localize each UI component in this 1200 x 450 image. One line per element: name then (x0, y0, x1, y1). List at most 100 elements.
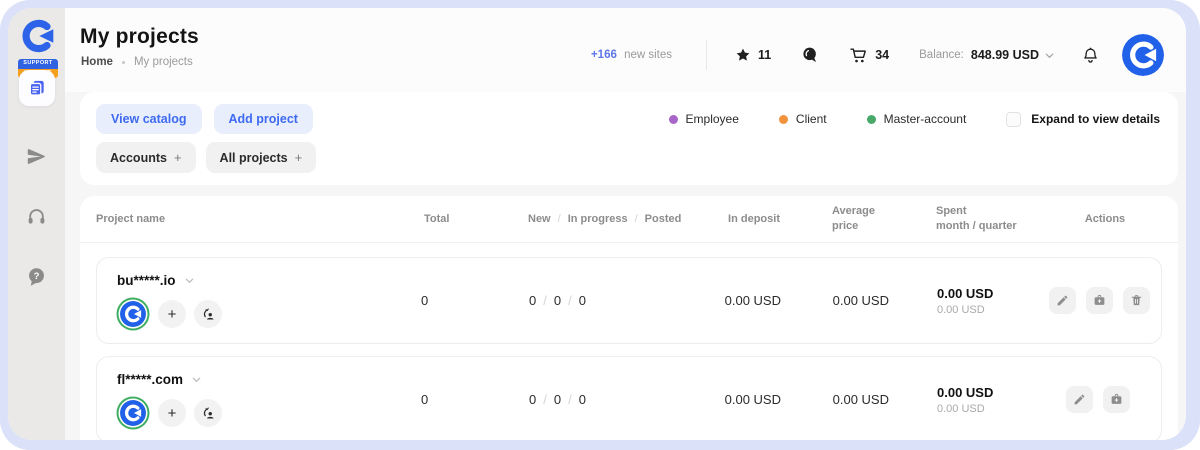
total-value: 0 (421, 293, 521, 308)
app-frame: SUPPORT UKRAINE (0, 0, 1200, 450)
filter-all-projects[interactable]: All projects + (206, 142, 317, 173)
project-cell: fl*****.com (117, 372, 421, 427)
notifications-button[interactable] (1081, 46, 1100, 65)
deposit-button[interactable] (1086, 287, 1113, 314)
edit-button[interactable] (1066, 386, 1093, 413)
spent-month-value: 0.00 USD (937, 385, 1049, 400)
sidebar-item-projects[interactable] (19, 70, 55, 106)
value-separator: / (568, 392, 572, 407)
row-actions (1049, 287, 1150, 314)
posted-value: 0 (579, 392, 586, 407)
cart-count: 34 (875, 48, 889, 62)
expand-details-label: Expand to view details (1031, 112, 1160, 126)
col-spent-line2: month / quarter (936, 219, 1048, 234)
new-sites-count: +166 (591, 49, 617, 61)
balance-label: Balance: (919, 49, 964, 61)
add-member-button[interactable]: + (158, 300, 186, 328)
project-name: bu*****.io (117, 273, 176, 288)
status-values: 0/0/0 (521, 392, 693, 407)
project-name-toggle[interactable]: bu*****.io (117, 273, 421, 288)
breadcrumb-separator (122, 61, 125, 64)
switch-user-button[interactable] (194, 300, 222, 328)
project-name-toggle[interactable]: fl*****.com (117, 372, 421, 387)
delete-button[interactable] (1123, 287, 1150, 314)
posted-value: 0 (579, 293, 586, 308)
column-separator: / (558, 213, 561, 225)
bell-icon (1081, 46, 1100, 65)
avatar-logo-icon (1122, 34, 1164, 76)
collaborator-logo-icon (19, 18, 57, 54)
app-window: SUPPORT UKRAINE (8, 8, 1186, 440)
page-title: My projects (80, 25, 199, 49)
value-separator: / (543, 293, 547, 308)
project-cell: bu*****.io (117, 273, 421, 328)
col-average-price: Average price (780, 204, 888, 235)
in-progress-value: 0 (554, 392, 561, 407)
view-catalog-button[interactable]: View catalog (96, 104, 202, 134)
col-posted: Posted (645, 213, 682, 225)
total-value: 0 (421, 392, 521, 407)
help-bubble-icon: ? (26, 266, 47, 287)
project-logo-icon (120, 400, 146, 426)
sidebar-item-help[interactable]: ? (19, 258, 55, 294)
table-row: bu*****.io (96, 257, 1162, 344)
deposit-button[interactable] (1103, 386, 1130, 413)
add-member-button[interactable]: + (158, 399, 186, 427)
project-avatars: + (117, 396, 421, 427)
balance-dropdown[interactable]: Balance: 848.99 USD (919, 48, 1055, 62)
legend-master-account-label: Master-account (884, 112, 967, 126)
average-price-value: 0.00 USD (833, 293, 889, 308)
briefcase-plus-icon (1093, 294, 1106, 307)
checkbox-icon[interactable] (1006, 112, 1021, 127)
spent-quarter-value: 0.00 USD (937, 403, 1049, 415)
col-status: New/In progress/Posted (520, 213, 692, 225)
svg-text:?: ? (34, 270, 40, 281)
col-average-line1: Average (832, 204, 888, 219)
legend: Employee Client Master-account Expand to… (669, 104, 1160, 134)
cart-icon (849, 46, 868, 65)
project-avatar[interactable] (120, 301, 146, 327)
filter-chips: Accounts + All projects + (96, 142, 316, 173)
sidebar-item-support[interactable] (19, 198, 55, 234)
header-right-cluster: +166 new sites 11 (591, 33, 1164, 77)
toolbar-card: View catalog Add project Accounts + All … (80, 92, 1178, 185)
column-separator: / (635, 213, 638, 225)
briefcase-plus-icon (1110, 393, 1123, 406)
new-sites-link[interactable]: +166 new sites (591, 49, 672, 61)
switch-user-button[interactable] (194, 399, 222, 427)
legend-dot-client (779, 115, 788, 124)
headphones-icon (26, 206, 47, 227)
project-name: fl*****.com (117, 372, 183, 387)
spent-cell: 0.00 USD 0.00 USD (889, 385, 1049, 415)
sidebar-item-telegram[interactable] (19, 138, 55, 174)
sidebar: SUPPORT UKRAINE (8, 8, 65, 440)
row-actions (1066, 386, 1130, 413)
add-project-button[interactable]: Add project (214, 104, 313, 134)
favorites-counter[interactable]: 11 (735, 47, 771, 63)
cart-counter[interactable]: 34 (849, 46, 889, 65)
breadcrumb-home[interactable]: Home (81, 56, 113, 68)
brand-logo[interactable]: SUPPORT UKRAINE (16, 18, 60, 78)
project-logo-icon (120, 301, 146, 327)
legend-employee: Employee (669, 112, 739, 126)
expand-details-toggle[interactable]: Expand to view details (1006, 112, 1160, 127)
filter-all-projects-label: All projects (220, 151, 288, 165)
pencil-icon (1056, 294, 1069, 307)
messages-button[interactable] (801, 46, 819, 64)
table-body: bu*****.io (80, 243, 1178, 440)
col-in-deposit: In deposit (728, 213, 780, 225)
toolbar-buttons: View catalog Add project (96, 104, 313, 134)
avatar[interactable] (1122, 34, 1164, 76)
filter-accounts[interactable]: Accounts + (96, 142, 196, 173)
project-avatar[interactable] (120, 400, 146, 426)
col-actions: Actions (1085, 213, 1125, 225)
legend-master-account: Master-account (867, 112, 967, 126)
col-in-progress: In progress (568, 213, 628, 225)
plus-icon: + (168, 306, 177, 323)
legend-client: Client (779, 112, 827, 126)
average-price-value: 0.00 USD (833, 392, 889, 407)
edit-button[interactable] (1049, 287, 1076, 314)
table-header-row: Project name Total New/In progress/Poste… (80, 196, 1178, 243)
table-row: fl*****.com (96, 356, 1162, 440)
chevron-down-icon (184, 275, 195, 286)
